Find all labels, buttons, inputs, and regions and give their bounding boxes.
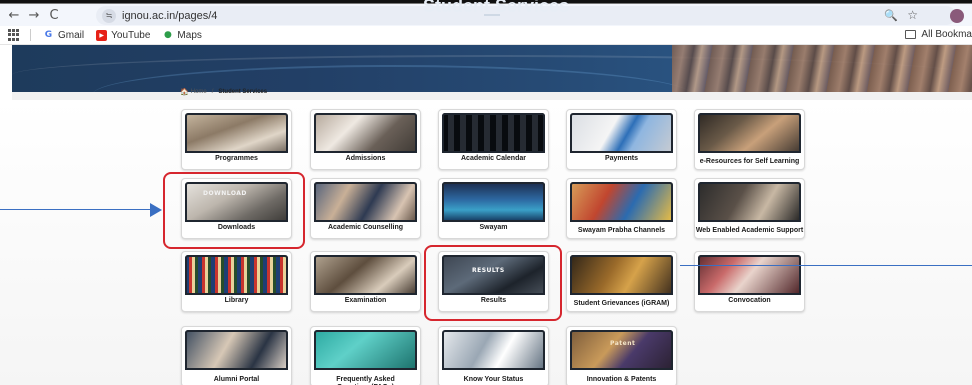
banner-photo xyxy=(672,45,972,92)
payments-image xyxy=(570,113,673,153)
library-image xyxy=(185,255,288,295)
bookmark-youtube[interactable]: ▶ YouTube xyxy=(96,29,151,41)
maps-pin-icon: ● xyxy=(163,30,172,40)
hero-banner xyxy=(12,45,972,92)
examination-image xyxy=(314,255,417,295)
tile-label: Programmes xyxy=(215,155,258,162)
convocation-image xyxy=(698,255,801,295)
e-resources-image xyxy=(698,113,801,153)
arrow-to-downloads xyxy=(0,209,152,210)
tile-swayam[interactable]: Swayam xyxy=(438,178,549,239)
tile-label: Swayam xyxy=(479,224,508,231)
tile-alumni-portal[interactable]: Alumni Portal xyxy=(181,326,292,385)
tile-convocation[interactable]: Convocation xyxy=(694,251,805,312)
tile-label: Academic Counselling xyxy=(327,224,404,231)
bookmark-label: Gmail xyxy=(58,29,85,41)
tile-faqs[interactable]: Frequently Asked Questions(FAQs) xyxy=(310,326,421,385)
title-underline xyxy=(484,14,500,16)
tile-swayam-prabha[interactable]: Swayam Prabha Channels xyxy=(566,178,677,239)
bookmarks-bar: G Gmail ▶ YouTube ● Maps All Bookma xyxy=(0,26,972,45)
tile-programmes[interactable]: Programmes xyxy=(181,109,292,170)
tile-e-resources[interactable]: e-Resources for Self Learning xyxy=(694,109,805,170)
tile-academic-counselling[interactable]: Academic Counselling xyxy=(310,178,421,239)
tile-know-your-status[interactable]: Know Your Status xyxy=(438,326,549,385)
all-bookmarks-label: All Bookma xyxy=(921,29,972,40)
breadcrumb-current: Student Services xyxy=(218,89,268,95)
innovation-image: Patent xyxy=(570,330,673,370)
tile-admissions[interactable]: Admissions xyxy=(310,109,421,170)
bookmark-label: Maps xyxy=(177,29,202,41)
tile-label: Student Grievances (iGRAM) xyxy=(573,300,670,307)
programmes-image xyxy=(185,113,288,153)
tile-label: Academic Calendar xyxy=(461,155,526,162)
tile-payments[interactable]: Payments xyxy=(566,109,677,170)
breadcrumb-separator: / xyxy=(211,89,214,95)
tile-label: Frequently Asked Questions(FAQs) xyxy=(336,376,395,385)
breadcrumb: 🏠 Home / Student Services xyxy=(180,85,267,99)
tile-label: Library xyxy=(224,297,249,304)
tile-label: Payments xyxy=(604,155,639,162)
tile-innovation-patents[interactable]: Patent Innovation & Patents xyxy=(566,326,677,385)
tile-academic-calendar[interactable]: Academic Calendar xyxy=(438,109,549,170)
swayam-image xyxy=(442,182,545,222)
tile-label: Swayam Prabha Channels xyxy=(577,227,666,234)
grievances-image xyxy=(570,255,673,295)
tile-web-enabled-support[interactable]: Web Enabled Academic Support xyxy=(694,178,805,239)
gmail-icon: G xyxy=(44,30,53,40)
swayam-prabha-image xyxy=(570,182,673,222)
tile-label: Convocation xyxy=(728,297,771,304)
all-bookmarks[interactable]: All Bookma xyxy=(905,29,972,40)
arrow-to-grievances xyxy=(680,265,972,266)
calendar-image xyxy=(442,113,545,153)
tile-label: e-Resources for Self Learning xyxy=(699,158,800,165)
tile-label: Innovation & Patents xyxy=(586,376,657,383)
tile-label: Web Enabled Academic Support xyxy=(695,227,804,234)
tile-examination[interactable]: Examination xyxy=(310,251,421,312)
bookmarks-divider xyxy=(30,29,31,41)
admissions-image xyxy=(314,113,417,153)
counselling-image xyxy=(314,182,417,222)
downloads-highlight xyxy=(163,172,305,249)
home-icon[interactable]: 🏠 xyxy=(180,88,189,96)
tile-label: Examination xyxy=(344,297,387,304)
tile-label: Alumni Portal xyxy=(213,376,260,383)
results-highlight xyxy=(424,245,562,321)
patent-image-text: Patent xyxy=(610,340,636,347)
alumni-image xyxy=(185,330,288,370)
youtube-icon: ▶ xyxy=(96,29,108,41)
bookmark-maps[interactable]: ● Maps xyxy=(162,29,202,41)
faq-image xyxy=(314,330,417,370)
apps-grid-icon[interactable] xyxy=(8,29,20,41)
tile-student-grievances[interactable]: Student Grievances (iGRAM) xyxy=(566,251,677,312)
tile-library[interactable]: Library xyxy=(181,251,292,312)
tile-label: Know Your Status xyxy=(463,376,524,383)
bookmark-label: YouTube xyxy=(111,29,151,41)
bookmark-gmail[interactable]: G Gmail xyxy=(43,30,84,41)
tile-label: Admissions xyxy=(345,155,386,162)
web-support-image xyxy=(698,182,801,222)
breadcrumb-bar xyxy=(12,92,972,100)
breadcrumb-home[interactable]: Home xyxy=(191,89,207,95)
arrow-head-icon xyxy=(150,203,162,217)
folder-icon xyxy=(905,30,917,39)
status-image xyxy=(442,330,545,370)
